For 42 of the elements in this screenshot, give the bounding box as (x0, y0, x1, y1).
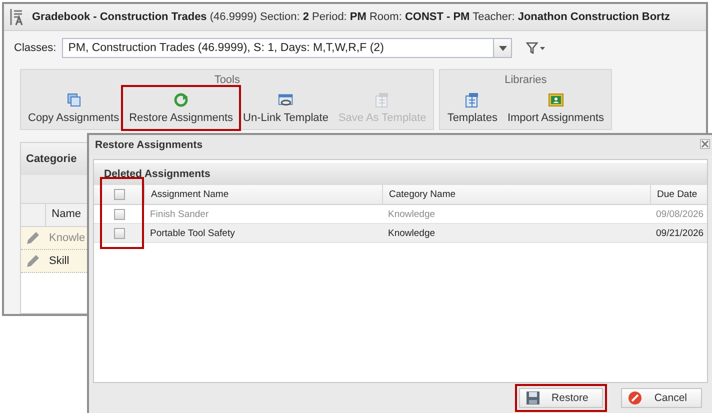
save-icon (526, 391, 540, 405)
chevron-down-icon (498, 46, 507, 50)
column-header[interactable]: Assignment Name (144, 185, 382, 205)
close-icon (701, 140, 709, 148)
classes-label: Classes: (14, 42, 56, 54)
toolbar-button[interactable]: Un-Link Template (238, 89, 334, 127)
table-cell-text: Skill (48, 255, 70, 267)
copy-icon (66, 92, 82, 108)
close-button[interactable] (700, 139, 710, 149)
pencil-icon[interactable] (25, 253, 41, 269)
restore-button[interactable]: Restore (518, 388, 604, 408)
group-title: Libraries (504, 73, 547, 88)
toolbar-button[interactable]: Templates (442, 89, 502, 127)
column-header[interactable]: Category Name (382, 185, 650, 205)
import-icon (548, 92, 564, 108)
checkbox[interactable] (114, 208, 124, 220)
toolbar-button[interactable]: Copy Assignments (23, 89, 124, 127)
table-cell: Portable Tool Safety (144, 224, 382, 243)
table-row[interactable]: Skill (21, 250, 87, 273)
group-title: Tools (214, 73, 240, 88)
cancel-button[interactable]: Cancel (621, 388, 702, 408)
pencil-icon[interactable] (25, 230, 41, 246)
table-cell: 09/21/2026 (650, 224, 707, 243)
panel-title: Categorie (26, 153, 77, 165)
template-icon (464, 92, 480, 108)
window-link-icon (278, 92, 294, 108)
toolbar-button[interactable]: Import Assignments (502, 89, 610, 127)
toolbar-button[interactable]: Restore Assignments (124, 89, 238, 127)
column-header[interactable]: Due Date (650, 185, 707, 205)
refresh-icon (173, 92, 190, 108)
classes-dropdown[interactable]: PM, Construction Trades (46.9999), S: 1, Days: M,T,W,R,F (2) (62, 38, 512, 58)
table-cell: Knowledge (382, 224, 650, 243)
cancel-icon (628, 391, 642, 405)
window-title: Gradebook - Construction Trades (46.9999) Section: 2 Period: PM Room: CONST - PM Teacher: Jonathon Construction Bortz (32, 11, 670, 23)
template-icon (374, 92, 390, 108)
dialog-title: Restore Assignments (95, 139, 203, 151)
table-cell-text: Knowle (48, 232, 86, 244)
checkbox[interactable] (114, 228, 124, 238)
filter-icon[interactable] (526, 42, 546, 54)
checkbox[interactable] (114, 189, 124, 200)
column-header: Name (50, 207, 82, 222)
section-title: Deleted Assignments (104, 168, 210, 180)
